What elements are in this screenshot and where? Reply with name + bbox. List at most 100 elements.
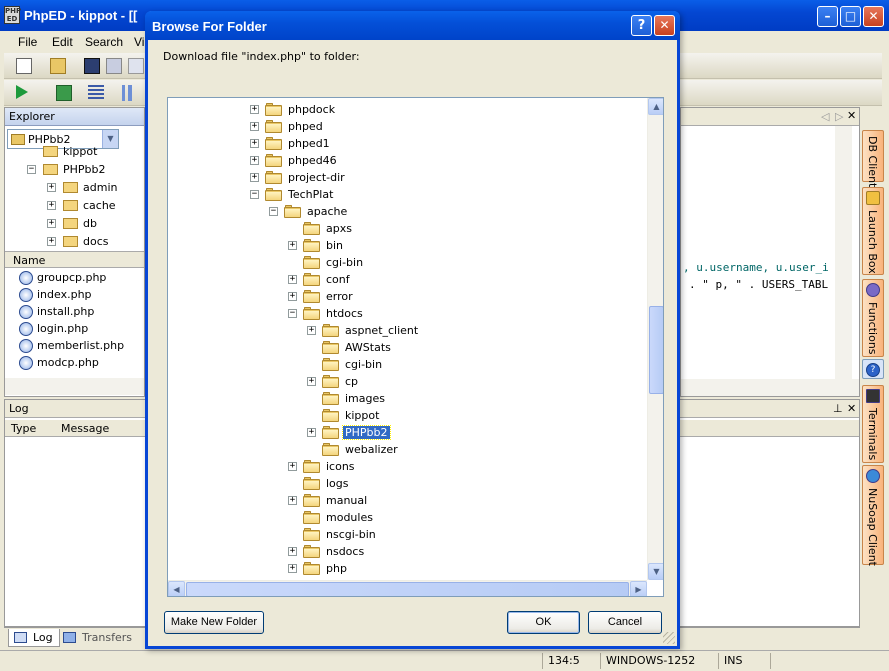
open-folder-icon[interactable] <box>50 58 66 74</box>
save-icon[interactable] <box>84 58 100 74</box>
tree-vertical-scrollbar[interactable]: ▲ ▼ <box>647 98 663 580</box>
expand-icon[interactable]: + <box>47 219 56 228</box>
scroll-right-icon[interactable]: ▶ <box>630 581 647 596</box>
file-list-header[interactable]: Name <box>5 251 144 268</box>
file-name: index.php <box>37 288 92 301</box>
collapse-icon[interactable]: − <box>288 309 297 318</box>
folder-label: webalizer <box>345 443 398 456</box>
scroll-down-icon[interactable]: ▼ <box>648 563 663 580</box>
folder-tree[interactable]: + phpdock + phped + phped1 + phped46 + project-di… <box>167 97 664 597</box>
expand-icon[interactable]: + <box>288 462 297 471</box>
expand-icon[interactable]: + <box>250 105 259 114</box>
expand-icon[interactable]: + <box>250 173 259 182</box>
log-col-message[interactable]: Message <box>61 422 109 435</box>
new-file-icon[interactable] <box>16 58 32 74</box>
expand-icon[interactable]: + <box>307 326 316 335</box>
list-icon[interactable] <box>88 85 104 101</box>
vertical-scroll-thumb[interactable] <box>649 306 663 394</box>
expand-icon[interactable]: + <box>307 377 316 386</box>
folder-label: aspnet_client <box>345 324 419 337</box>
expand-icon[interactable]: + <box>47 237 56 246</box>
expand-icon[interactable]: + <box>288 547 297 556</box>
log-title: Log <box>9 402 29 415</box>
php-file-icon <box>19 322 33 336</box>
expand-icon[interactable]: + <box>288 292 297 301</box>
menu-edit[interactable]: Edit <box>52 35 73 49</box>
folder-label: phped46 <box>288 154 337 167</box>
expand-icon[interactable]: + <box>250 122 259 131</box>
folder-icon <box>265 103 282 116</box>
maximize-icon[interactable]: □ <box>840 6 861 27</box>
tab-transfers[interactable]: Transfers <box>58 629 138 647</box>
explorer-hscroll[interactable] <box>5 378 144 395</box>
menu-file[interactable]: File <box>18 35 37 49</box>
dialog-close-icon[interactable]: ✕ <box>654 15 675 36</box>
side-tab-help[interactable]: ? <box>862 359 884 379</box>
cancel-button[interactable]: Cancel <box>588 611 662 634</box>
expand-icon[interactable]: + <box>288 275 297 284</box>
make-new-folder-button[interactable]: Make New Folder <box>164 611 264 634</box>
folder-icon <box>303 222 320 235</box>
file-name: login.php <box>37 322 89 335</box>
save-all-icon[interactable] <box>106 58 122 74</box>
folder-icon <box>303 273 320 286</box>
menu-search[interactable]: Search <box>85 35 123 49</box>
editor-hscroll[interactable] <box>681 379 859 396</box>
main-close-icon[interactable]: ✕ <box>863 6 884 27</box>
log-close-icon[interactable]: ✕ <box>847 402 856 415</box>
tab-scroll-right-icon[interactable]: ▷ <box>835 110 843 123</box>
minimize-icon[interactable]: – <box>817 6 838 27</box>
folder-label: apache <box>307 205 348 218</box>
side-tab-terminals[interactable]: Terminals <box>862 385 884 463</box>
step-icon[interactable] <box>56 85 72 101</box>
help-icon: ? <box>866 363 880 377</box>
log-col-type[interactable]: Type <box>11 422 36 435</box>
editor-close-icon[interactable]: ✕ <box>847 109 856 122</box>
dialog-title-bar: Browse For Folder ? ✕ <box>145 11 680 40</box>
side-tab-nusoap-client[interactable]: NuSoap Client <box>862 465 884 566</box>
main-window-title: PhpED - kippot - [[ <box>24 8 138 23</box>
tab-log[interactable]: Log <box>8 629 60 647</box>
copy-icon[interactable] <box>128 58 144 74</box>
explorer-tree-label: cache <box>83 199 116 212</box>
phped-app-icon[interactable]: PHP ED <box>4 6 21 24</box>
tree-horizontal-scrollbar[interactable]: ◀ ▶ <box>168 580 647 596</box>
run-icon[interactable] <box>16 85 28 99</box>
expand-icon[interactable]: + <box>250 156 259 165</box>
pin-icon[interactable]: ⊥ <box>833 402 843 415</box>
side-tab-functions[interactable]: Functions <box>862 279 884 357</box>
collapse-icon[interactable]: − <box>27 165 36 174</box>
editor-vscroll[interactable] <box>835 126 852 379</box>
collapse-icon[interactable]: − <box>250 190 259 199</box>
tab-scroll-left-icon[interactable]: ◁ <box>821 110 829 123</box>
side-tab-db-client[interactable]: DB Client <box>862 130 884 187</box>
chevron-down-icon[interactable]: ▼ <box>102 130 118 148</box>
pause-icon[interactable] <box>122 85 132 101</box>
side-tab-launch-box[interactable]: Launch Box <box>862 187 884 275</box>
expand-icon[interactable]: + <box>288 496 297 505</box>
tab-log-label: Log <box>33 631 53 644</box>
horizontal-scroll-thumb[interactable] <box>186 582 629 596</box>
expand-icon[interactable]: + <box>47 201 56 210</box>
help-question-icon[interactable]: ? <box>631 15 652 36</box>
folder-icon <box>63 200 78 211</box>
folder-icon <box>322 426 339 439</box>
php-file-icon <box>19 305 33 319</box>
collapse-icon[interactable]: − <box>269 207 278 216</box>
expand-icon[interactable]: + <box>307 428 316 437</box>
expand-icon[interactable]: + <box>47 183 56 192</box>
scroll-up-icon[interactable]: ▲ <box>648 98 663 115</box>
scroll-left-icon[interactable]: ◀ <box>168 581 185 596</box>
expand-icon[interactable]: + <box>288 241 297 250</box>
ok-button[interactable]: OK <box>507 611 580 634</box>
resize-grip[interactable] <box>663 632 675 644</box>
menu-view[interactable]: Vi <box>134 35 144 49</box>
folder-icon <box>303 477 320 490</box>
expand-icon[interactable]: + <box>288 564 297 573</box>
editor-pane[interactable]: ◁ ▷ ✕ , u.username, u.user_i . " p, " . … <box>680 107 860 397</box>
expand-icon[interactable]: + <box>250 139 259 148</box>
folder-label: phpdock <box>288 103 336 116</box>
folder-label: htdocs <box>326 307 363 320</box>
folder-icon <box>322 375 339 388</box>
explorer-pane: Explorer PHPbb2 ▼ kippot − PHPbb2 + admin + ca… <box>4 107 145 397</box>
